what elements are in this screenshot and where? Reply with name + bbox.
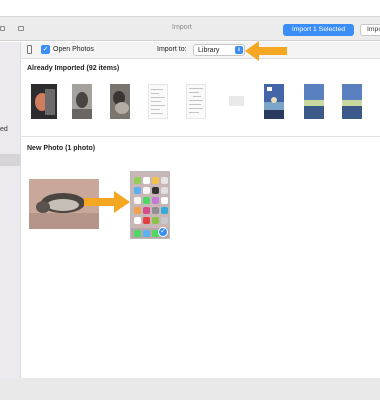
window-title: Import [172,24,192,31]
import-selected-button[interactable]: Import 1 Selected [283,24,354,36]
thumbnail-photo-cat-1[interactable] [31,84,57,119]
section-divider [21,136,380,137]
thumbnail-screenshot-blank[interactable] [229,96,244,106]
sidebar-item-label[interactable]: ed [0,126,8,133]
thumbnail-photo-cat-3[interactable] [110,84,130,119]
selected-checkmark-icon: ✓ [158,227,168,237]
import-content: ✓ Open Photos Import to: Library ⇕ Alrea… [21,41,380,379]
titlebar: Import Import 1 Selected Import All New … [0,17,380,41]
thumbnail-photo-landscape-2[interactable] [342,84,362,119]
already-imported-heading: Already Imported (92 items) [27,65,120,72]
import-all-button[interactable]: Import All New Items [360,24,380,36]
view-toggle[interactable] [0,25,28,33]
thumbnail-screenshot-doc-2[interactable] [186,84,206,119]
import-destination-value: Library [198,47,220,54]
import-destination-select[interactable]: Library ⇕ [193,44,245,56]
window-bottom-shadow [0,378,380,400]
new-photo-heading: New Photo (1 photo) [27,145,96,152]
thumbnail-photo-landscape-1[interactable] [304,84,324,119]
view-right-icon[interactable] [18,26,24,31]
import-window: Import Import 1 Selected Import All New … [0,16,380,379]
orange-arrow-right-icon [84,191,130,213]
orange-arrow-left-icon [245,41,287,61]
thumbnail-photo-cat-2[interactable] [72,84,92,119]
thumbnail-video-landscape[interactable] [264,84,284,119]
thumbnail-screenshot-doc-1[interactable] [148,84,168,119]
import-toolbar: ✓ Open Photos Import to: Library ⇕ [21,42,380,59]
iphone-icon [27,45,32,54]
open-photos-label[interactable]: Open Photos [53,46,94,53]
sidebar: ed [0,42,21,379]
view-left-icon[interactable] [0,26,5,31]
import-to-label: Import to: [157,46,187,53]
chevron-updown-icon: ⇕ [235,46,243,54]
open-photos-checkbox[interactable]: ✓ [41,45,50,54]
sidebar-item-selected[interactable] [0,154,20,166]
